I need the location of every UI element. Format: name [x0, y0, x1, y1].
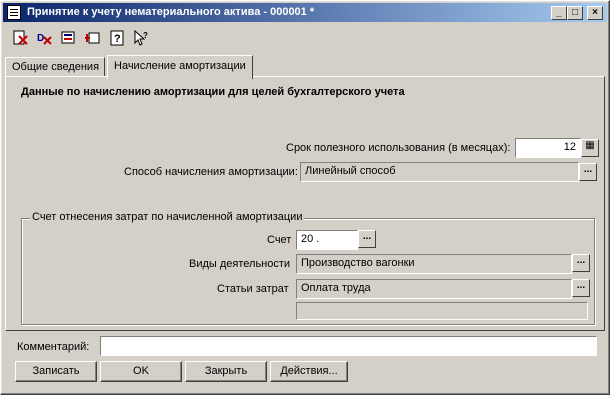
method-field[interactable]: Линейный способ: [300, 162, 579, 182]
document-props-icon[interactable]: [59, 29, 79, 49]
useful-life-label: Срок полезного использования (в месяцах)…: [286, 142, 511, 154]
comment-input[interactable]: [100, 336, 597, 356]
dialog-window: Принятие к учету нематериального актива …: [0, 0, 610, 395]
account-input[interactable]: 20 .: [296, 230, 358, 250]
actions-button[interactable]: Действия...: [270, 361, 348, 382]
structure-icon[interactable]: [83, 29, 103, 49]
title-bar[interactable]: Принятие к учету нематериального актива …: [3, 3, 607, 22]
svg-text:?: ?: [143, 31, 148, 40]
close-button[interactable]: Закрыть: [185, 361, 267, 382]
cost-item-field[interactable]: Оплата труда: [296, 279, 572, 299]
minimize-button[interactable]: _: [551, 6, 567, 20]
ok-button[interactable]: OK: [100, 361, 182, 382]
extra-field[interactable]: [296, 302, 588, 320]
account-label: Счет: [267, 234, 292, 246]
svg-text:?: ?: [114, 33, 121, 45]
comment-label: Комментарий:: [17, 341, 90, 353]
method-select-button[interactable]: ...: [579, 163, 597, 181]
cost-item-select-button[interactable]: ...: [572, 279, 590, 297]
account-select-button[interactable]: ...: [358, 230, 376, 248]
section-heading: Данные по начислению амортизации для цел…: [21, 86, 405, 98]
activity-select-button[interactable]: ...: [572, 254, 590, 272]
close-window-button[interactable]: ×: [587, 6, 603, 20]
activity-field[interactable]: Производство вагонки: [296, 254, 572, 274]
maximize-button[interactable]: □: [567, 6, 583, 20]
delete-icon[interactable]: D: [35, 29, 55, 49]
delete-mark-icon[interactable]: [11, 29, 31, 49]
useful-life-input[interactable]: 12: [515, 138, 581, 158]
cost-item-label: Статьи затрат: [217, 283, 289, 295]
context-help-icon[interactable]: ?: [131, 29, 151, 49]
write-button[interactable]: Записать: [15, 361, 97, 382]
document-icon: [7, 5, 21, 20]
tab-general[interactable]: Общие сведения: [5, 57, 105, 77]
help-icon[interactable]: ?: [107, 29, 127, 49]
tab-depreciation[interactable]: Начисление амортизации: [107, 55, 253, 79]
window-title: Принятие к учету нематериального актива …: [27, 6, 315, 18]
calculator-button[interactable]: ▦: [581, 139, 599, 157]
activity-label: Виды деятельности: [189, 258, 291, 270]
method-label: Способ начисления амортизации:: [124, 166, 298, 178]
group-title: Счет отнесения затрат по начисленной амо…: [30, 211, 305, 223]
svg-text:D: D: [37, 33, 44, 44]
